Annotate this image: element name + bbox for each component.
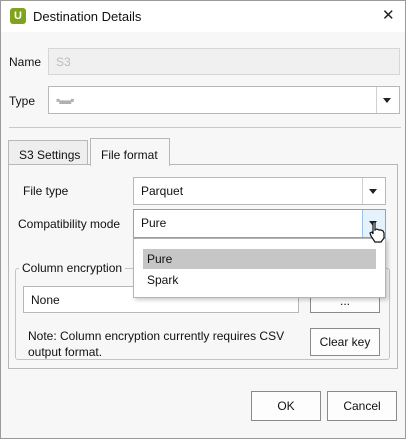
option-spark[interactable]: Spark bbox=[143, 270, 376, 290]
compat-mode-dropdown-list: Pure Spark bbox=[133, 238, 386, 298]
name-label: Name bbox=[9, 55, 42, 69]
encryption-note: Note: Column encryption currently requir… bbox=[28, 329, 285, 359]
tab-file-format-label: File format bbox=[101, 148, 158, 162]
file-type-value: Parquet bbox=[141, 184, 184, 198]
hand-cursor-icon bbox=[369, 221, 385, 243]
option-pure[interactable]: Pure bbox=[143, 249, 376, 269]
ok-button[interactable]: OK bbox=[251, 391, 321, 421]
type-value: ▪▬▪ bbox=[56, 93, 74, 107]
file-type-select[interactable]: Parquet bbox=[133, 177, 386, 205]
compat-mode-select[interactable]: Pure bbox=[133, 209, 386, 238]
chevron-down-icon bbox=[369, 189, 377, 194]
tab-s3-settings[interactable]: S3 Settings bbox=[8, 140, 88, 165]
chevron-down-icon bbox=[383, 98, 391, 103]
close-icon[interactable]: ✕ bbox=[382, 6, 395, 24]
file-type-label: File type bbox=[23, 184, 69, 198]
file-type-dropdown-button[interactable] bbox=[362, 178, 385, 204]
type-dropdown-button[interactable] bbox=[376, 87, 399, 113]
name-field: S3 bbox=[48, 48, 400, 75]
type-label: Type bbox=[9, 94, 36, 108]
dialog-title: Destination Details bbox=[33, 9, 142, 24]
tab-s3-settings-label: S3 Settings bbox=[19, 148, 81, 162]
title-bar: U Destination Details ✕ bbox=[1, 1, 405, 32]
column-encryption-title: Column encryption bbox=[19, 261, 126, 275]
type-select[interactable]: ▪▬▪ bbox=[48, 86, 400, 114]
destination-details-dialog: U Destination Details ✕ Name S3 Type ▪▬▪… bbox=[0, 0, 406, 439]
cancel-button[interactable]: Cancel bbox=[327, 391, 397, 421]
app-icon: U bbox=[10, 8, 26, 24]
clear-key-button[interactable]: Clear key bbox=[310, 328, 380, 356]
tab-file-format[interactable]: File format bbox=[90, 138, 170, 166]
name-value: S3 bbox=[56, 55, 71, 69]
column-encryption-value: None bbox=[31, 293, 60, 307]
option-pure-label: Pure bbox=[147, 252, 173, 266]
compat-mode-value: Pure bbox=[141, 216, 167, 230]
compat-mode-label: Compatibility mode bbox=[18, 217, 121, 231]
option-spark-label: Spark bbox=[147, 273, 179, 287]
separator bbox=[9, 127, 401, 128]
